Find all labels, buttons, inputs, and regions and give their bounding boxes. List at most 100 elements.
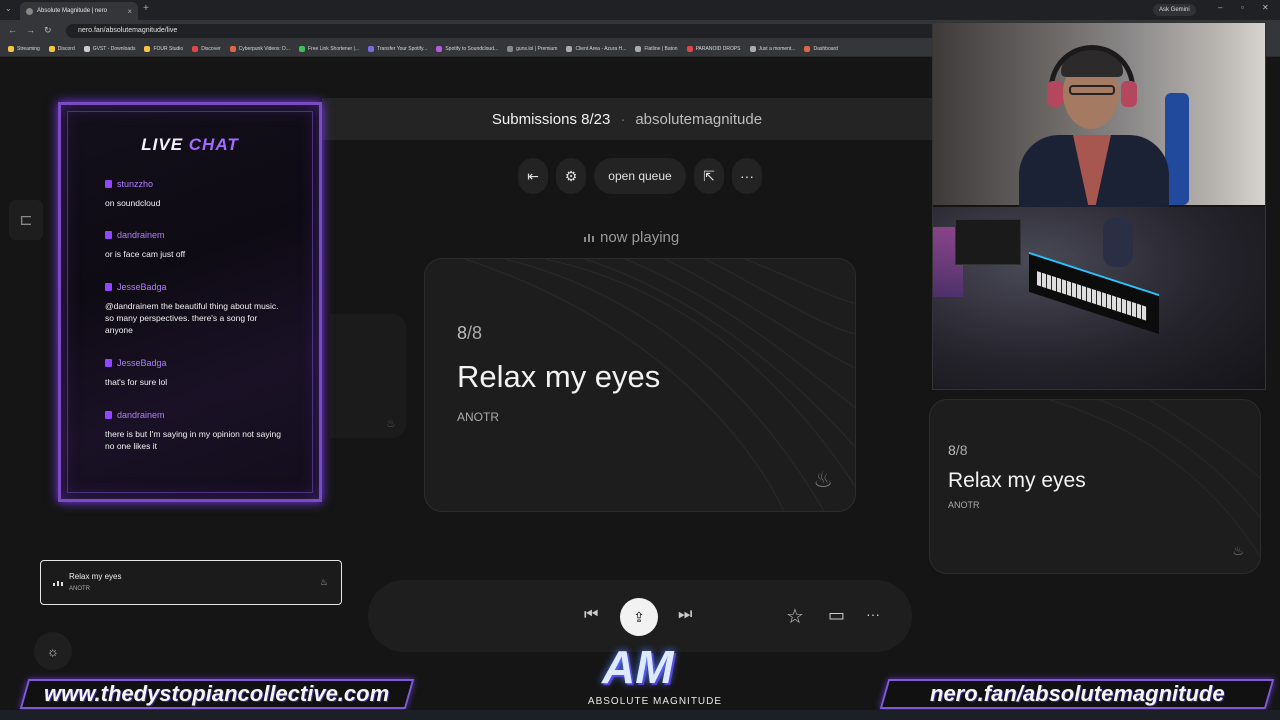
synth-module bbox=[955, 219, 1021, 265]
bookmark-favicon-icon bbox=[48, 46, 55, 52]
face-camera bbox=[933, 23, 1265, 215]
upload-button[interactable]: ⇪ bbox=[620, 598, 658, 636]
bookmark-label: Spotify to Soundcloud... bbox=[445, 46, 499, 52]
chat-message: stunzzho on soundcloud bbox=[105, 179, 285, 209]
now-playing-text: now playing bbox=[600, 229, 680, 246]
new-tab-button[interactable]: + bbox=[143, 3, 149, 14]
current-track-card[interactable]: 8/8 Relax my eyes ANOTR ♨ bbox=[424, 258, 856, 512]
bookmark-item[interactable]: PARANOID DROPS bbox=[686, 46, 741, 52]
bookmark-item[interactable]: Transfer Your Spotify... bbox=[368, 46, 427, 52]
bookmark-label: Transfer Your Spotify... bbox=[377, 46, 428, 52]
next-track-button[interactable]: ⏭ bbox=[678, 606, 692, 624]
os-taskbar bbox=[0, 710, 1280, 720]
side-track-card[interactable]: 8/8 Relax my eyes ANOTR ♨ bbox=[929, 399, 1261, 574]
previous-track-card[interactable]: ♨ bbox=[330, 314, 406, 438]
bookmark-item[interactable]: Just a moment... bbox=[749, 46, 796, 52]
chat-message: JesseBadga @dandrainem the beautiful thi… bbox=[105, 282, 285, 336]
close-window-icon[interactable]: ✕ bbox=[1262, 3, 1269, 12]
chat-username: JesseBadga bbox=[117, 282, 167, 292]
chat-text: on soundcloud bbox=[105, 198, 161, 208]
exit-button[interactable]: ⇤ bbox=[518, 158, 548, 194]
video-button[interactable]: ▭ bbox=[828, 605, 845, 626]
bookmark-favicon-icon bbox=[749, 46, 756, 52]
bookmark-item[interactable]: Cyberpunk Videos: D... bbox=[229, 46, 290, 52]
bookmark-favicon-icon bbox=[507, 46, 514, 52]
bookmark-label: Flatline | Baton bbox=[644, 46, 678, 52]
chat-message: dandrainem there is but I'm saying in my… bbox=[105, 410, 285, 452]
bookmark-item[interactable]: Streaming bbox=[8, 46, 40, 52]
right-url-banner: nero.fan/absolutemagnitude bbox=[879, 679, 1275, 709]
twitch-icon bbox=[105, 359, 112, 367]
open-queue-label: open queue bbox=[608, 169, 672, 183]
twitch-icon bbox=[105, 231, 112, 239]
bookmark-label: Discover bbox=[201, 46, 221, 52]
ask-gemini-button[interactable]: Ask Gemini bbox=[1153, 4, 1196, 16]
theme-toggle-button[interactable]: ☼ bbox=[34, 632, 72, 670]
bookmark-favicon-icon bbox=[144, 46, 151, 52]
bookmark-item[interactable]: guns.lol | Premium bbox=[507, 46, 557, 52]
bookmark-item[interactable]: Spotify to Soundcloud... bbox=[436, 46, 498, 52]
previous-track-button[interactable]: ⏮ bbox=[584, 606, 598, 624]
forward-icon[interactable]: → bbox=[26, 25, 35, 35]
bookmark-item[interactable]: Dashboard bbox=[804, 46, 838, 52]
share-button[interactable]: ⇱ bbox=[694, 158, 724, 194]
exit-icon: ⇤ bbox=[527, 167, 539, 184]
mini-player[interactable]: Relax my eyes ANOTR ♨ bbox=[40, 560, 342, 605]
bookmark-favicon-icon bbox=[566, 46, 573, 52]
live-chat-title-word1: LIVE bbox=[141, 135, 184, 154]
star-button[interactable]: ☆ bbox=[786, 604, 804, 629]
username: absolutemagnitude bbox=[635, 110, 763, 128]
bookmark-item[interactable]: Free Link Shortener |... bbox=[298, 46, 359, 52]
bookmark-item[interactable]: FOUR Studio bbox=[144, 46, 183, 52]
more-button[interactable]: ··· bbox=[866, 606, 880, 622]
flame-icon[interactable]: ♨ bbox=[813, 467, 833, 493]
minimize-icon[interactable]: – bbox=[1218, 3, 1222, 12]
tab-favicon-icon bbox=[26, 7, 33, 15]
tab-search-icon[interactable]: ⌄ bbox=[5, 4, 12, 13]
headset-ear-right bbox=[1121, 81, 1137, 107]
more-button[interactable]: ··· bbox=[732, 158, 762, 194]
browser-tab[interactable]: Absolute Magnitude | nero × bbox=[20, 2, 138, 20]
bookmark-favicon-icon bbox=[192, 46, 199, 52]
gear-icon: ⚙ bbox=[564, 167, 578, 184]
submissions-header: Submissions 8/23 · absolutemagnitude bbox=[322, 98, 932, 140]
sidebar-toggle-button[interactable]: ⊏ bbox=[9, 200, 43, 240]
track-counter: 8/8 bbox=[457, 323, 483, 343]
bookmark-favicon-icon bbox=[8, 46, 14, 52]
live-chat-overlay: LIVE CHAT stunzzho on soundcloud dandrai… bbox=[58, 102, 322, 502]
bookmark-item[interactable]: Discord bbox=[48, 46, 75, 52]
sidebar-icon: ⊏ bbox=[19, 212, 33, 229]
live-chat-title: LIVE CHAT bbox=[61, 135, 319, 155]
tab-close-icon[interactable]: × bbox=[127, 7, 132, 16]
twitch-icon bbox=[105, 411, 112, 419]
track-title: Relax my eyes bbox=[948, 469, 1086, 492]
bookmark-favicon-icon bbox=[686, 46, 693, 52]
chat-message: dandrainem or is face cam just off bbox=[105, 230, 285, 260]
chat-text: @dandrainem the beautiful thing about mu… bbox=[105, 301, 279, 335]
open-queue-button[interactable]: open queue bbox=[594, 158, 686, 194]
right-banner-text: nero.fan/absolutemagnitude bbox=[929, 681, 1225, 706]
track-title: Relax my eyes bbox=[457, 359, 661, 394]
bookmark-item[interactable]: Flatline | Baton bbox=[635, 46, 678, 52]
bookmark-item[interactable]: Client Area - Azura H... bbox=[566, 46, 626, 52]
settings-button[interactable]: ⚙ bbox=[556, 158, 586, 194]
flame-icon[interactable]: ♨ bbox=[1232, 543, 1244, 559]
submissions-count: Submissions 8/23 bbox=[491, 110, 611, 128]
flame-icon: ♨ bbox=[386, 418, 396, 430]
bookmark-item[interactable]: Discover bbox=[192, 46, 221, 52]
maximize-icon[interactable]: ▫ bbox=[1241, 3, 1244, 12]
bookmark-label: FOUR Studio bbox=[153, 46, 184, 52]
upload-icon: ⇪ bbox=[633, 608, 645, 625]
bookmark-favicon-icon bbox=[436, 46, 443, 52]
flame-icon[interactable]: ♨ bbox=[320, 577, 328, 588]
track-artist: ANOTR bbox=[948, 500, 980, 510]
mini-track-artist: ANOTR bbox=[69, 586, 90, 592]
left-banner-text: www.thedystopiancollective.com bbox=[44, 681, 390, 706]
equalizer-icon bbox=[53, 581, 63, 586]
back-icon[interactable]: ← bbox=[8, 25, 17, 35]
bookmark-item[interactable]: GVST - Downloads bbox=[83, 46, 135, 52]
twitch-icon bbox=[105, 180, 112, 188]
reload-icon[interactable]: ↻ bbox=[44, 25, 52, 36]
bookmark-label: Just a moment... bbox=[758, 46, 796, 52]
bookmark-label: Client Area - Azura H... bbox=[575, 46, 627, 52]
